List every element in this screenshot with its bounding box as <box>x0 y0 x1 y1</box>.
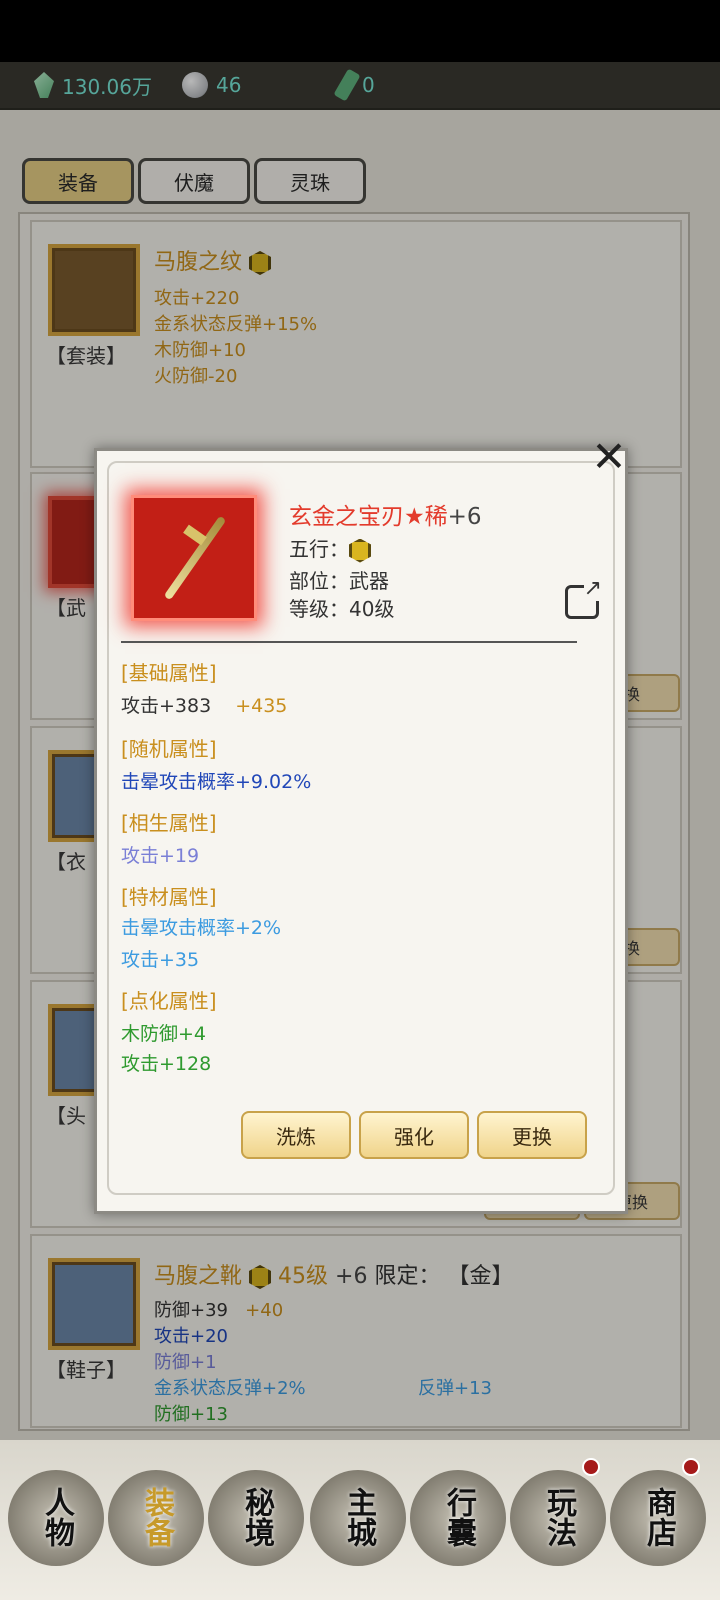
metal-element-icon <box>349 538 371 563</box>
notification-dot <box>682 1458 700 1476</box>
attr-line: 击晕攻击概率+9.02% <box>121 771 312 793</box>
nav-label: 商店 <box>641 1487 676 1547</box>
section-enchant-header: [点化属性] <box>121 989 217 1013</box>
enhance-button[interactable]: 强化 <box>359 1111 469 1159</box>
attr-line: 攻击+35 <box>121 949 200 971</box>
section-special-header: [特材属性] <box>121 885 217 909</box>
item-title: 玄金之宝刃★稀+6 <box>289 504 482 530</box>
nav-label: 主城 <box>341 1487 376 1547</box>
nav-character[interactable]: 人物 <box>8 1452 104 1582</box>
status-bar <box>0 0 720 62</box>
nav-secret-realm[interactable]: 秘境 <box>208 1452 304 1582</box>
nav-label: 人物 <box>39 1487 74 1547</box>
item-image <box>131 495 257 621</box>
bottom-nav: 人物 装备 秘境 主城 行囊 玩法 商店 <box>0 1440 720 1600</box>
section-basic-header: [基础属性] <box>121 661 217 685</box>
share-icon[interactable] <box>565 576 602 619</box>
section-mutual-header: [相生属性] <box>121 811 217 835</box>
nav-label: 玩法 <box>541 1487 576 1547</box>
replace-button[interactable]: 更换 <box>477 1111 587 1159</box>
nav-shop[interactable]: 商店 <box>610 1452 706 1582</box>
wuxing-row: 五行： <box>289 533 371 563</box>
divider <box>121 641 577 643</box>
close-icon[interactable]: ✕ <box>588 436 630 478</box>
part-row: 部位：武器 <box>289 569 389 593</box>
attr-line: 攻击+128 <box>121 1053 212 1075</box>
item-detail-modal: 玄金之宝刃★稀+6 五行： 部位：武器 等级：40级 [基础属性] 攻击+383… <box>94 448 628 1214</box>
nav-label: 秘境 <box>239 1487 274 1547</box>
notification-dot <box>582 1458 600 1476</box>
nav-label: 行囊 <box>441 1487 476 1547</box>
nav-main-city[interactable]: 主城 <box>310 1452 406 1582</box>
attr-line: 攻击+383 +435 <box>121 695 288 717</box>
section-random-header: [随机属性] <box>121 737 217 761</box>
attr-line: 击晕攻击概率+2% <box>121 917 282 939</box>
attr-line: 攻击+19 <box>121 845 200 867</box>
nav-equipment[interactable]: 装备 <box>108 1452 204 1582</box>
nav-gameplay[interactable]: 玩法 <box>510 1452 606 1582</box>
nav-label: 装备 <box>139 1487 174 1547</box>
nav-bag[interactable]: 行囊 <box>410 1452 506 1582</box>
refine-button[interactable]: 洗炼 <box>241 1111 351 1159</box>
level-row: 等级：40级 <box>289 597 395 621</box>
attr-line: 木防御+4 <box>121 1023 207 1045</box>
